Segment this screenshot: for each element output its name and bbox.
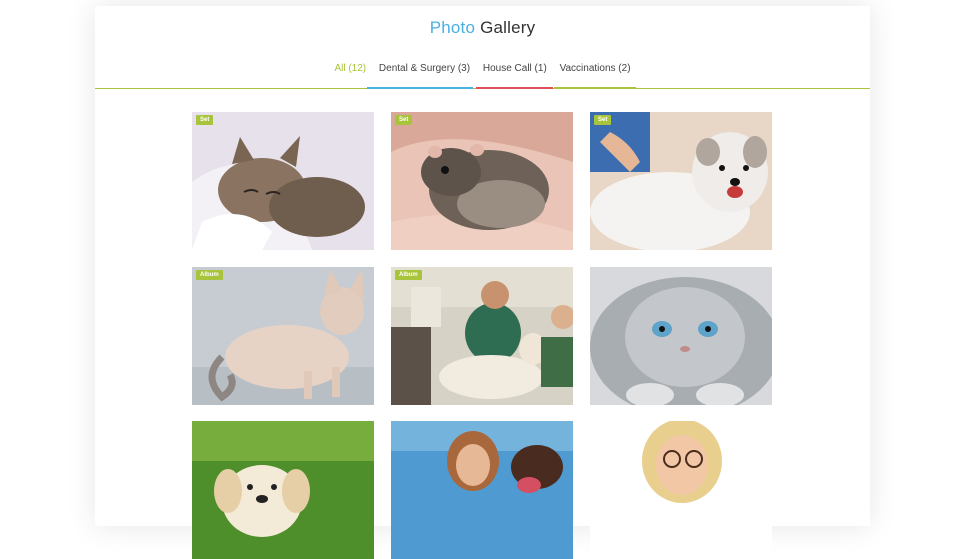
- badge: Set: [196, 115, 214, 125]
- filter-tabs: All (12) Dental & Surgery (3) House Call…: [95, 63, 870, 74]
- gallery-item[interactable]: Album: [192, 267, 374, 405]
- gallery-item[interactable]: Album: [391, 267, 573, 405]
- gallery-item[interactable]: [590, 421, 772, 559]
- title-rest: Gallery: [480, 18, 536, 37]
- woman-labrador-photo: [391, 421, 573, 559]
- kitten-photo: [192, 112, 374, 250]
- tab-underline-vaccinations: [554, 87, 636, 89]
- woman-glasses-photo: [590, 421, 772, 559]
- title-accent: Photo: [429, 18, 476, 37]
- sphynx-photo: [192, 267, 374, 405]
- gallery-item[interactable]: Set: [590, 112, 772, 250]
- vet-exam-photo: [391, 267, 573, 405]
- badge: Set: [395, 115, 413, 125]
- terrier-photo: [590, 112, 772, 250]
- puppy-photo: [192, 421, 374, 559]
- gallery-card: Photo Gallery All (12) Dental & Surgery …: [95, 6, 870, 559]
- badge: Set: [594, 115, 612, 125]
- hamster-photo: [391, 112, 573, 250]
- gallery-item[interactable]: [192, 421, 374, 559]
- gallery-item[interactable]: Set: [391, 112, 573, 250]
- gallery-item[interactable]: Set: [192, 112, 374, 250]
- gallery-item[interactable]: [391, 421, 573, 559]
- page-title: Photo Gallery: [95, 18, 870, 38]
- tab-house-call[interactable]: House Call (1): [483, 63, 547, 74]
- tab-underline-dental: [367, 87, 473, 89]
- tab-underline-house-call: [476, 87, 553, 89]
- badge: Album: [395, 270, 422, 280]
- badge: Album: [196, 270, 223, 280]
- tab-dental-surgery[interactable]: Dental & Surgery (3): [379, 63, 470, 74]
- tab-all[interactable]: All (12): [334, 63, 366, 74]
- tab-vaccinations[interactable]: Vaccinations (2): [560, 63, 631, 74]
- persian-kitten-photo: [590, 267, 772, 405]
- gallery-item[interactable]: [590, 267, 772, 405]
